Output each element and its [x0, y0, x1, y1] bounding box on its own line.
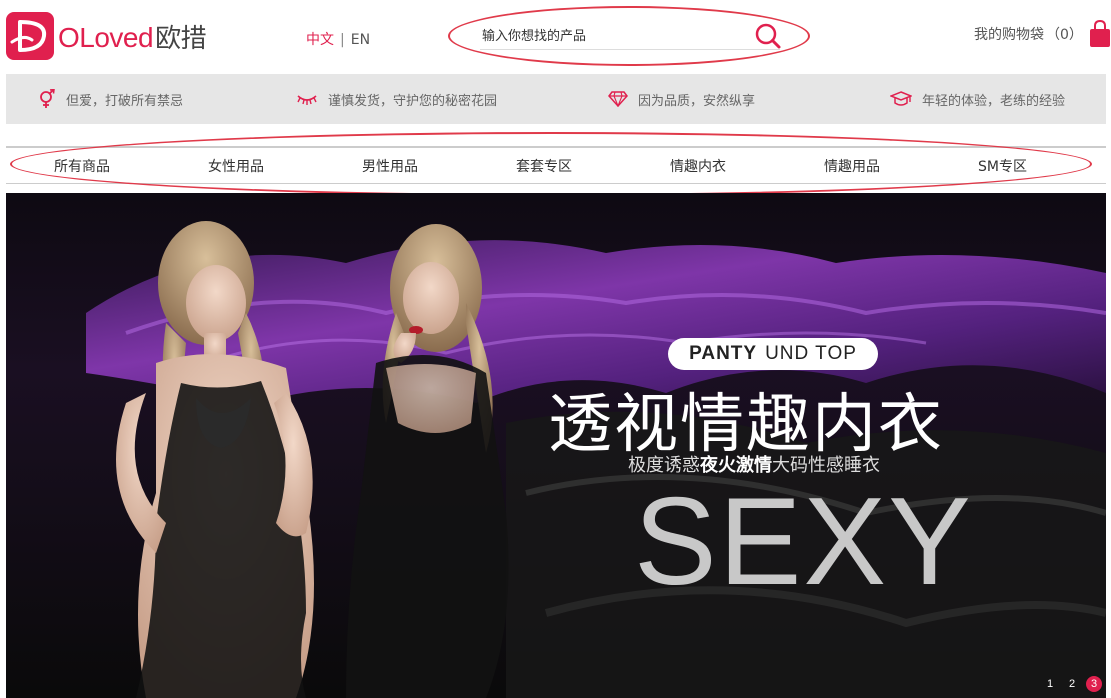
logo-mark-icon: [6, 12, 54, 60]
banner-big-word: SEXY: [634, 473, 973, 611]
promo-text: 但爱，打破所有禁忌: [66, 93, 184, 109]
eyelash-icon: [297, 95, 317, 105]
pager-dot-3[interactable]: 3: [1086, 676, 1102, 692]
promo-item: 谨慎发货，守护您的秘密花园: [296, 74, 497, 124]
banner-tag-pill: PANTY UND TOP: [668, 338, 878, 370]
lang-en-link[interactable]: EN: [351, 32, 370, 48]
graduation-cap-icon: [890, 91, 912, 106]
brand-logo[interactable]: OLoved欧措: [6, 12, 207, 60]
promo-text: 谨慎发货，守护您的秘密花园: [328, 93, 498, 109]
promo-item: 但爱，打破所有禁忌: [38, 74, 183, 124]
brand-wordmark: OLoved欧措: [58, 18, 207, 55]
header: OLoved欧措 中文 | EN 我的购物袋 （0）: [0, 0, 1111, 74]
promo-text: 年轻的体验，老练的经验: [922, 93, 1066, 109]
promo-bar: 但爱，打破所有禁忌 谨慎发货，守护您的秘密花园 因为品质，安然纵享 年轻的体验，…: [6, 74, 1106, 124]
brand-name-cn: 欧措: [155, 23, 207, 54]
shopping-bag-icon: [1089, 20, 1110, 47]
cart-count: （0）: [1046, 27, 1083, 43]
banner-tag-rest: UND TOP: [765, 343, 857, 364]
search-input[interactable]: [480, 22, 780, 50]
diamond-icon: [608, 91, 628, 107]
banner-pager: 1 2 3: [1036, 676, 1102, 692]
hero-banner[interactable]: PANTY UND TOP 透视情趣内衣 极度诱惑夜火激情大码性感睡衣 SEXY: [6, 193, 1106, 698]
promo-item: 因为品质，安然纵享: [608, 74, 755, 124]
promo-text: 因为品质，安然纵享: [638, 93, 756, 109]
lang-separator: |: [340, 32, 345, 48]
promo-item: 年轻的体验，老练的经验: [890, 74, 1065, 124]
language-switch: 中文 | EN: [306, 29, 370, 49]
brand-name-en: OLoved: [58, 21, 154, 53]
nav-annotation-ellipse: [10, 132, 1092, 196]
search-icon[interactable]: [754, 22, 782, 50]
pager-dot-2[interactable]: 2: [1064, 676, 1080, 692]
cart-label: 我的购物袋: [974, 27, 1044, 43]
banner-tag-bold: PANTY: [689, 343, 758, 364]
pager-dot-1[interactable]: 1: [1042, 676, 1058, 692]
gender-icon: [40, 89, 55, 108]
lang-cn-link[interactable]: 中文: [306, 32, 334, 48]
cart-button[interactable]: 我的购物袋 （0）: [974, 20, 1111, 48]
